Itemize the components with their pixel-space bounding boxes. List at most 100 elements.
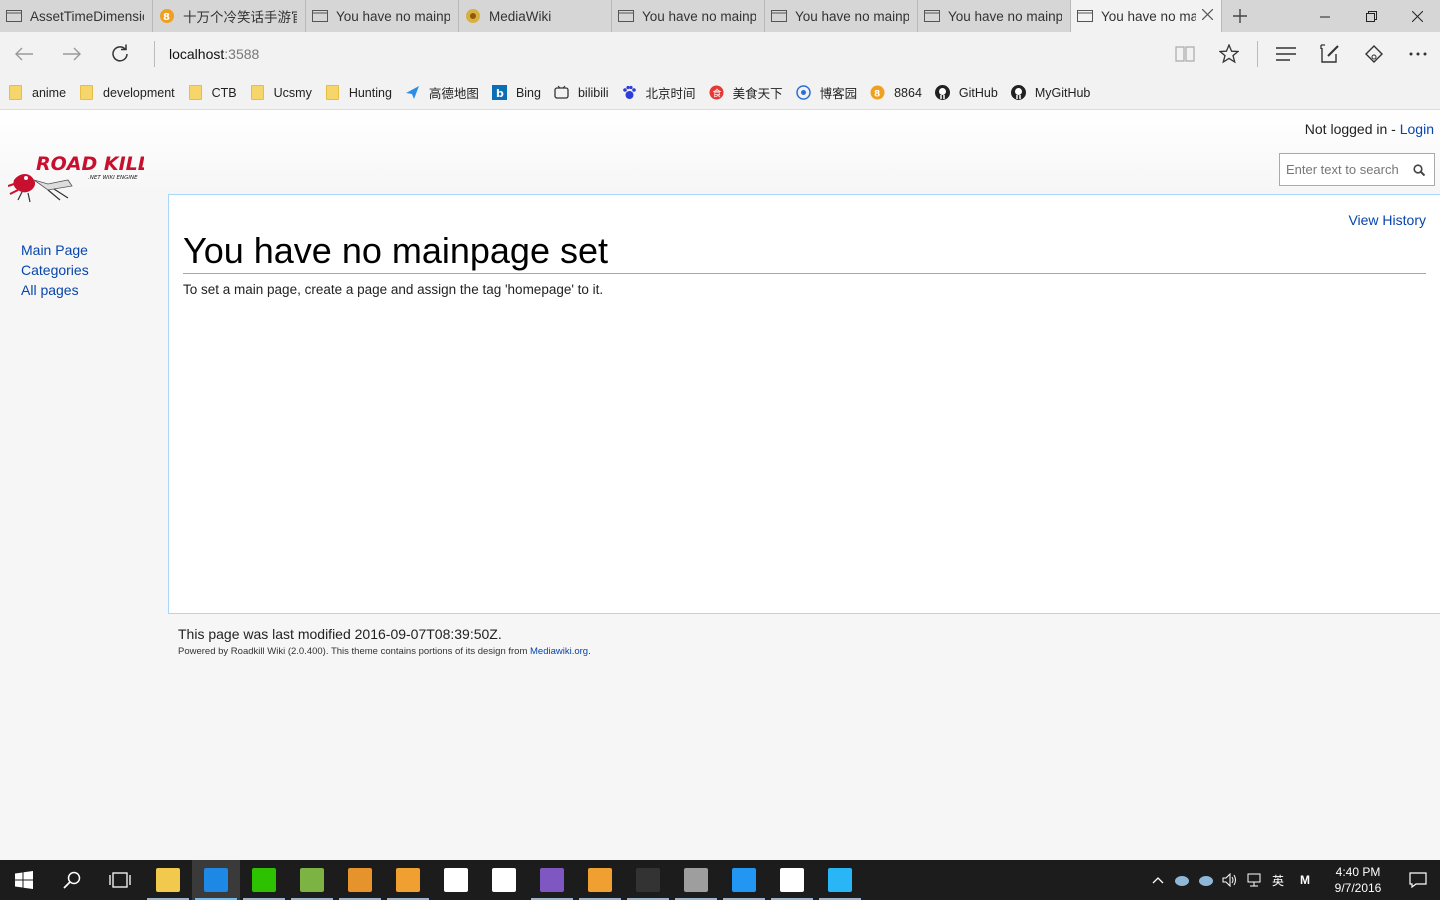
login-link[interactable]: Login (1400, 121, 1434, 137)
taskbar-search-button[interactable] (48, 860, 96, 900)
mediawiki-icon (465, 8, 481, 24)
taskbar-app-visual-studio[interactable] (528, 860, 576, 900)
taskbar-app-editor[interactable] (720, 860, 768, 900)
close-tab-button[interactable] (1201, 7, 1214, 25)
action-center-button[interactable] (1396, 860, 1440, 900)
input-language-button[interactable]: 英 (1266, 860, 1290, 900)
more-button[interactable] (1396, 32, 1440, 76)
forward-button[interactable] (48, 32, 96, 76)
roadkill-logo[interactable]: ROAD KILL .NET WIKI ENGINE (7, 150, 150, 208)
hub-button[interactable] (1264, 32, 1308, 76)
show-hidden-icons-button[interactable] (1146, 860, 1170, 900)
favorite-label: CTB (211, 85, 237, 100)
back-arrow-icon (15, 47, 33, 61)
login-status: Not logged in - Login (1305, 121, 1434, 137)
sidebar-item-main-page[interactable]: Main Page (21, 240, 89, 260)
favorite-label: anime (32, 85, 67, 100)
taskbar-app-edge[interactable] (192, 860, 240, 900)
taskbar-app-calculator[interactable] (768, 860, 816, 900)
favorite-item[interactable]: b Bing (491, 76, 541, 110)
logo-subtitle-text: .NET WIKI ENGINE (88, 175, 138, 181)
tray-app-1[interactable] (1170, 860, 1194, 900)
search-icon (1413, 163, 1425, 176)
view-history-link[interactable]: View History (1348, 212, 1426, 228)
favorite-item[interactable]: development (79, 76, 175, 110)
browser-tab[interactable]: 8 十万个冷笑话手游​官 (153, 0, 306, 32)
favorite-item[interactable]: CTB (188, 76, 237, 110)
favorite-item[interactable]: Ucsmy (250, 76, 312, 110)
bilibili-icon (554, 85, 569, 100)
start-button[interactable] (0, 860, 48, 900)
taskbar-app-sublime[interactable] (576, 860, 624, 900)
ime-mode-button[interactable]: M (1290, 860, 1320, 900)
refresh-button[interactable] (96, 32, 144, 76)
share-button[interactable] (1352, 32, 1396, 76)
taskbar-app-file-explorer[interactable] (144, 860, 192, 900)
content-panel: View History You have no mainpage set To… (168, 194, 1440, 614)
favorite-item[interactable]: Hunting (325, 76, 392, 110)
close-icon (1201, 8, 1214, 21)
favorite-item[interactable]: 北京时间 (622, 76, 696, 110)
taskbar-app-terminal[interactable] (624, 860, 672, 900)
back-button[interactable] (0, 32, 48, 76)
favorite-item[interactable]: 高德地图 (405, 76, 479, 110)
plus-icon (1233, 9, 1247, 23)
sidebar-item-categories[interactable]: Categories (21, 260, 89, 280)
taskbar-app-notepad[interactable] (288, 860, 336, 900)
search-button[interactable] (1410, 161, 1428, 179)
favorite-item[interactable]: 8 8864 (870, 76, 922, 110)
tab-label: You have no ma (1101, 8, 1196, 24)
reading-view-button[interactable] (1163, 32, 1207, 76)
favorite-item[interactable]: 食美食天下 (709, 76, 783, 110)
favorite-label: Bing (515, 85, 541, 100)
browser-tab[interactable]: MediaWiki (459, 0, 612, 32)
address-field[interactable]: localhost:3588 (169, 46, 259, 62)
forward-arrow-icon (63, 47, 81, 61)
chevron-up-icon (1152, 877, 1164, 884)
tray-app-2[interactable] (1194, 860, 1218, 900)
favorite-label: development (103, 85, 175, 100)
browser-tab[interactable]: AssetTimeDimensic (0, 0, 153, 32)
clock[interactable]: 4:40 PM 9/7/2016 (1320, 864, 1396, 896)
sidebar-item-all-pages[interactable]: All pages (21, 280, 89, 300)
network-app-icon (828, 868, 852, 892)
minimize-button[interactable] (1302, 0, 1348, 32)
browser-tab[interactable]: You have no ma (1071, 0, 1222, 32)
web-note-button[interactable] (1308, 32, 1352, 76)
amap-icon (405, 85, 420, 100)
taskbar-app-remote-desktop[interactable] (672, 860, 720, 900)
editor-icon (732, 868, 756, 892)
browser-tab[interactable]: You have no mainp (306, 0, 459, 32)
task-view-button[interactable] (96, 860, 144, 900)
svg-text:b: b (496, 87, 504, 100)
search-input[interactable] (1286, 162, 1410, 177)
taskbar-app-mail[interactable] (480, 860, 528, 900)
terminal-icon (636, 868, 660, 892)
volume-button[interactable] (1218, 860, 1242, 900)
favorite-item[interactable]: anime (8, 76, 66, 110)
roadkill-logo-image: ROAD KILL .NET WIKI ENGINE (7, 153, 150, 203)
taskbar-app-search-tool[interactable] (384, 860, 432, 900)
favorite-item[interactable]: 博客园 (795, 76, 857, 110)
favorite-star-button[interactable] (1207, 32, 1251, 76)
restore-button[interactable] (1348, 0, 1394, 32)
favorite-item[interactable]: GitHub (934, 76, 998, 110)
browser-tab[interactable]: You have no mainp (612, 0, 765, 32)
bing-icon: b (491, 85, 507, 100)
taskbar-app-network-app[interactable] (816, 860, 864, 900)
new-tab-button[interactable] (1222, 0, 1258, 32)
browser-tab[interactable]: You have no mainp (918, 0, 1071, 32)
taskbar-app-wechat[interactable] (240, 860, 288, 900)
favorite-label: bilibili (577, 85, 609, 100)
sidebar-nav: Main Page Categories All pages (21, 240, 89, 300)
network-button[interactable] (1242, 860, 1266, 900)
favorite-item[interactable]: MyGitHub (1010, 76, 1090, 110)
mediawiki-link[interactable]: Mediawiki.org (530, 646, 588, 657)
browser-tab[interactable]: You have no mainp (765, 0, 918, 32)
taskbar-app-app-orange[interactable] (336, 860, 384, 900)
close-window-button[interactable] (1394, 0, 1440, 32)
favorite-item[interactable]: bilibili (554, 76, 609, 110)
taskbar-app-store[interactable] (432, 860, 480, 900)
cloud-sync-icon (1199, 876, 1213, 886)
mail-icon (492, 868, 516, 892)
